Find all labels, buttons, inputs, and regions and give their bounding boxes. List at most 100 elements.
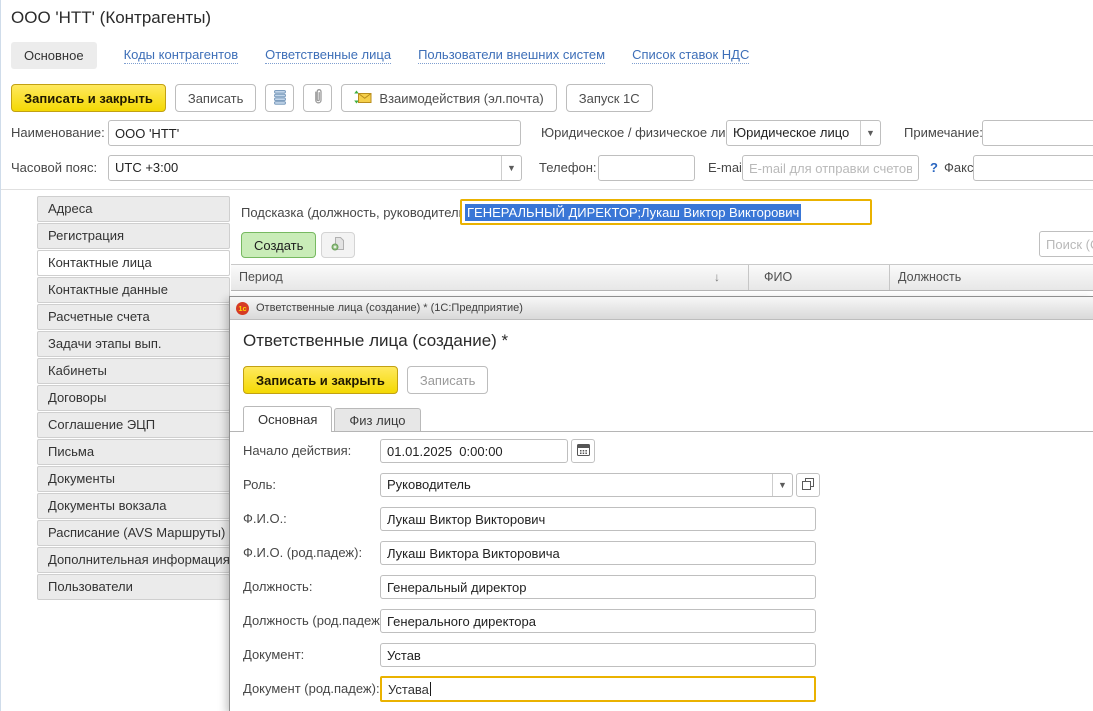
name-input[interactable] [108,120,521,146]
dialog-save-close-button[interactable]: Записать и закрыть [243,366,398,394]
sort-descending-icon[interactable]: ↓ [714,265,720,290]
phone-label: Телефон: [539,155,597,181]
table-header-row: Период ↓ ФИО Должность [231,264,1093,291]
sidebar-item-documents[interactable]: Документы [37,466,230,492]
interactions-label: Взаимодействия (эл.почта) [379,91,543,106]
tab-strip-line [230,431,1093,432]
text-caret [430,682,431,696]
timezone-label: Часовой пояс: [11,155,97,181]
paperclip-icon [312,89,324,108]
full-name-input[interactable] [380,507,816,531]
sidebar-item-contact-persons[interactable]: Контактные лица [37,250,230,276]
attachments-button[interactable] [303,84,332,112]
nav-link-responsible-persons[interactable]: Ответственные лица [265,47,391,64]
start-date-label: Начало действия: [243,439,351,463]
chevron-down-icon[interactable]: ▼ [772,474,792,496]
document-genitive-label: Документ (род.падеж): [243,677,380,701]
document-input[interactable] [380,643,816,667]
column-header-fio[interactable]: ФИО [764,265,792,290]
position-label: Должность: [243,575,312,599]
entity-type-value: Юридическое лицо [727,121,860,145]
launch-1c-button[interactable]: Запуск 1С [566,84,653,112]
position-input[interactable] [380,575,816,599]
dialog-tabs: Основная Физ лицо [243,406,421,432]
sidebar-item-letters[interactable]: Письма [37,439,230,465]
role-label: Роль: [243,473,276,497]
chevron-down-icon[interactable]: ▼ [860,121,880,145]
sidebar-item-station-documents[interactable]: Документы вокзала [37,493,230,519]
full-name-genitive-input[interactable] [380,541,816,565]
column-header-period[interactable]: Период [239,265,283,290]
document-genitive-input[interactable]: Устава [380,676,816,702]
save-button[interactable]: Записать [175,84,257,112]
tab-individual[interactable]: Физ лицо [334,408,420,432]
document-label: Документ: [243,643,304,667]
sidebar-item-bank-accounts[interactable]: Расчетные счета [37,304,230,330]
dialog-toolbar: Записать и закрыть Записать [243,366,488,394]
phone-input[interactable] [598,155,695,181]
role-value: Руководитель [381,474,772,496]
note-input[interactable] [982,120,1093,146]
interactions-button[interactable]: Взаимодействия (эл.почта) [341,84,556,112]
save-close-button[interactable]: Записать и закрыть [11,84,166,112]
position-genitive-input[interactable] [380,609,816,633]
role-select[interactable]: Руководитель ▼ [380,473,793,497]
header-separator [1,189,1093,190]
email-help-link[interactable]: ? [930,155,938,181]
nav-bar: Основное Коды контрагентов Ответственные… [11,42,749,69]
responsible-person-dialog: 1с Ответственные лица (создание) * (1С:П… [229,296,1093,711]
dialog-save-button[interactable]: Записать [407,366,489,394]
timezone-select[interactable]: UTC +3:00 ▼ [108,155,522,181]
sidebar-item-addresses[interactable]: Адреса [37,196,230,222]
open-in-window-icon [802,478,814,493]
sidebar-item-schedule[interactable]: Расписание (AVS Маршруты) [37,520,230,546]
hint-selected-text: ГЕНЕРАЛЬНЫЙ ДИРЕКТОР;Лукаш Виктор Виктор… [465,204,801,221]
timezone-value: UTC +3:00 [109,156,501,180]
page-title: ООО 'НТТ' (Контрагенты) [11,8,211,28]
sidebar-item-eds-agreement[interactable]: Соглашение ЭЦП [37,412,230,438]
sidebar-item-contact-data[interactable]: Контактные данные [37,277,230,303]
name-label: Наименование: [11,120,105,146]
hint-label: Подсказка (должность, руководитель): [241,200,473,226]
note-label: Примечание: [904,120,983,146]
mail-icon [354,90,372,107]
tab-main[interactable]: Основное [11,42,97,69]
hint-input[interactable]: ГЕНЕРАЛЬНЫЙ ДИРЕКТОР;Лукаш Виктор Виктор… [460,199,872,225]
full-name-genitive-label: Ф.И.О. (род.падеж): [243,541,362,565]
tab-main-dialog[interactable]: Основная [243,406,332,432]
dialog-titlebar[interactable]: 1с Ответственные лица (создание) * (1С:П… [230,297,1093,320]
search-input[interactable] [1039,231,1093,257]
sidebar: Адреса Регистрация Контактные лица Конта… [37,196,230,601]
main-toolbar: Записать и закрыть Записать Взаимодейств… [11,84,653,112]
nav-link-external-users[interactable]: Пользователи внешних систем [418,47,605,64]
nav-link-codes[interactable]: Коды контрагентов [124,47,239,64]
entity-type-select[interactable]: Юридическое лицо ▼ [726,120,881,146]
nav-link-vat-rates[interactable]: Список ставок НДС [632,47,749,64]
full-name-label: Ф.И.О.: [243,507,287,531]
chevron-down-icon[interactable]: ▼ [501,156,521,180]
sidebar-item-registration[interactable]: Регистрация [37,223,230,249]
create-by-copy-button[interactable] [321,232,355,258]
start-date-input[interactable] [380,439,568,463]
dialog-heading: Ответственные лица (создание) * [243,331,508,351]
email-input[interactable] [742,155,919,181]
calendar-icon [577,443,590,459]
sidebar-item-contracts[interactable]: Договоры [37,385,230,411]
app-window: ООО 'НТТ' (Контрагенты) Основное Коды ко… [0,0,1093,711]
column-header-position[interactable]: Должность [898,265,961,290]
open-role-button[interactable] [796,473,820,497]
entity-type-label: Юридическое / физическое лицо: [541,120,744,146]
fax-input[interactable] [973,155,1093,181]
list-icon [273,89,287,108]
1c-logo-icon: 1с [236,302,249,315]
create-button[interactable]: Создать [241,232,316,258]
sidebar-item-cabinets[interactable]: Кабинеты [37,358,230,384]
list-button[interactable] [265,84,294,112]
position-genitive-label: Должность (род.падеж): [243,609,388,633]
calendar-button[interactable] [571,439,595,463]
sidebar-item-tasks-stages[interactable]: Задачи этапы вып. [37,331,230,357]
document-genitive-value: Устава [385,682,429,697]
sidebar-item-users[interactable]: Пользователи [37,574,230,600]
sidebar-item-additional-info[interactable]: Дополнительная информация [37,547,230,573]
column-divider [889,265,890,290]
